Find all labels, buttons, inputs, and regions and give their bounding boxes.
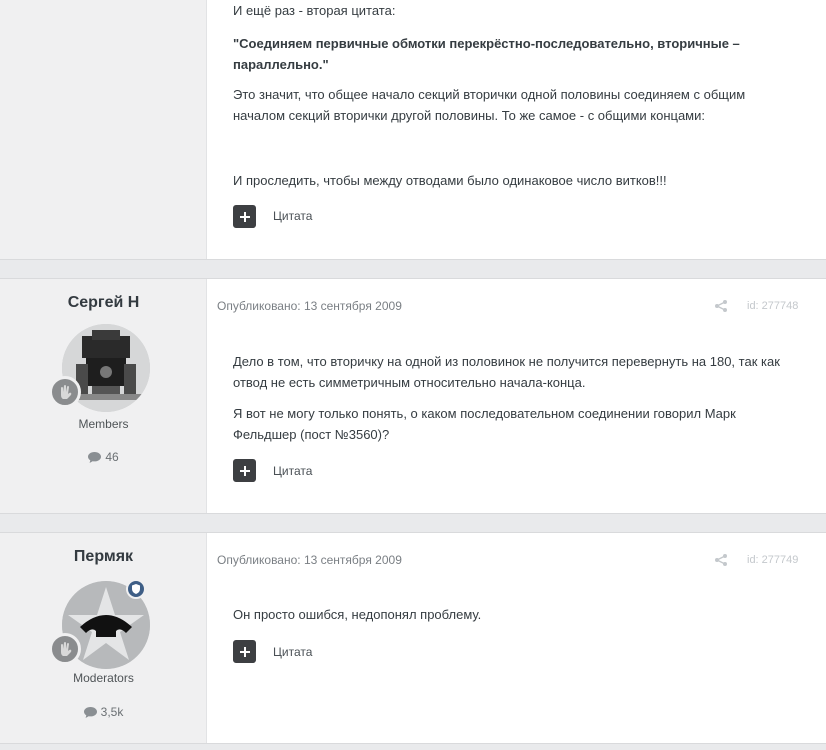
shield-icon [132, 584, 140, 594]
post-paragraph: Я вот не могу только понять, о каком пос… [233, 406, 736, 442]
author-column: Сергей Н Members 46 [0, 279, 207, 513]
share-icon[interactable] [715, 554, 727, 566]
author-column: Пермяк Moderators 3,5k [0, 533, 207, 743]
comment-icon [83, 707, 97, 718]
post-date[interactable]: Опубликовано: 13 сентября 2009 [217, 299, 402, 313]
member-group: Members [78, 417, 129, 431]
author-name[interactable]: Пермяк [0, 548, 207, 566]
moderator-badge [126, 579, 146, 599]
plus-icon [239, 211, 250, 222]
post-count[interactable]: 46 [0, 450, 207, 464]
rank-badge [49, 376, 81, 408]
quote-button[interactable] [233, 205, 256, 228]
post-paragraph: Это значит, что общее начало секций втор… [233, 87, 746, 123]
post-count-value: 46 [105, 450, 119, 464]
plus-icon [239, 646, 250, 657]
post-2: Сергей Н Members 46 Опубликовано: 13 сен… [0, 278, 826, 514]
quote-link[interactable]: Цитата [273, 209, 312, 223]
rank-badge [49, 633, 81, 665]
share-icon[interactable] [715, 300, 727, 312]
post-quote-text: "Соединяем первичные обмотки перекрёстно… [233, 36, 740, 72]
author-column [0, 0, 207, 259]
post-body: Он просто ошибся, недопонял проблему. [233, 604, 803, 625]
comment-icon [88, 452, 102, 463]
post-count-value: 3,5k [100, 705, 124, 719]
post-paragraph: И проследить, чтобы между отводами было … [233, 173, 667, 188]
member-group: Moderators [73, 671, 134, 685]
post-paragraph: Дело в том, что вторичку на одной из пол… [233, 354, 780, 390]
quote-link[interactable]: Цитата [273, 464, 312, 478]
post-1: И ещё раз - вторая цитата: "Соединяем пе… [0, 0, 826, 260]
post-paragraph: Он просто ошибся, недопонял проблему. [233, 607, 482, 622]
hand-wave-icon [61, 385, 72, 399]
post-paragraph: И ещё раз - вторая цитата: [233, 3, 396, 18]
hand-wave-icon [61, 642, 72, 656]
plus-icon [239, 465, 250, 476]
post-count[interactable]: 3,5k [0, 705, 207, 719]
quote-link[interactable]: Цитата [273, 645, 312, 659]
quote-button[interactable] [233, 459, 256, 482]
post-id[interactable]: id: 277748 [747, 300, 798, 312]
author-name[interactable]: Сергей Н [0, 294, 207, 312]
quote-button[interactable] [233, 640, 256, 663]
post-id[interactable]: id: 277749 [747, 554, 798, 566]
post-date[interactable]: Опубликовано: 13 сентября 2009 [217, 553, 402, 567]
post-3: Пермяк Moderators 3,5k Опубликовано: 13 … [0, 532, 826, 744]
